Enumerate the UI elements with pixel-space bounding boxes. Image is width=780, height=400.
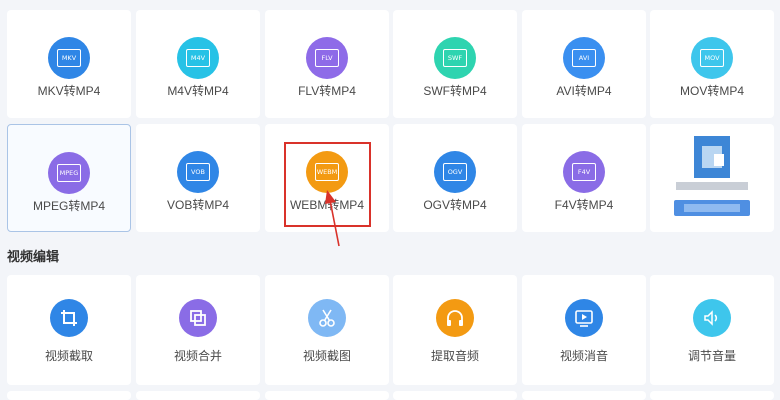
scissors-icon [308,299,346,337]
crop-icon [50,299,88,337]
video-file-icon: M4V [177,37,219,79]
format-badge: AVI [572,49,596,67]
play-mute-icon [565,299,603,337]
converter-card-webm[interactable]: WEBM WEBM转MP4 [265,124,389,232]
editor-card-speaker[interactable]: 调节音量 [650,275,774,385]
blurred-thumbnail-card[interactable] [650,124,774,232]
merge-icon [179,299,217,337]
converter-card-mov[interactable]: MOV MOV转MP4 [650,10,774,118]
editor-card-scissors[interactable]: 视频截图 [265,275,389,385]
video-file-icon: WEBM [306,151,348,193]
headphones-icon [436,299,474,337]
converter-card-ogv[interactable]: OGV OGV转MP4 [393,124,517,232]
video-file-icon: F4V [563,151,605,193]
converter-label: AVI转MP4 [556,84,612,98]
speaker-icon [693,299,731,337]
format-badge: WEBM [315,163,339,181]
video-file-icon: OGV [434,151,476,193]
format-badge: MOV [700,49,724,67]
converter-label: F4V转MP4 [554,198,614,212]
video-file-icon: VOB [177,151,219,193]
editor-label: 视频合并 [173,349,222,363]
converter-card-avi[interactable]: AVI AVI转MP4 [522,10,646,118]
editor-label: 视频截取 [44,349,93,363]
partial-card[interactable] [136,391,260,400]
partial-card[interactable] [522,391,646,400]
format-badge: OGV [443,163,467,181]
converter-label: MOV转MP4 [679,84,744,98]
blurred-image [650,124,774,232]
partial-card[interactable] [7,391,131,400]
converter-label: FLV转MP4 [298,84,356,98]
format-badge: M4V [186,49,210,67]
editor-label: 视频消音 [559,349,608,363]
editor-label: 调节音量 [687,349,736,363]
partial-card[interactable] [393,391,517,400]
editor-label: 提取音频 [430,349,479,363]
video-file-icon: SWF [434,37,476,79]
video-file-icon: MPEG [48,152,90,194]
editor-card-play-mute[interactable]: 视频消音 [522,275,646,385]
video-file-icon: MOV [691,37,733,79]
partial-card[interactable] [265,391,389,400]
section-title-video-editing: 视频编辑 [7,249,60,264]
converter-card-flv[interactable]: FLV FLV转MP4 [265,10,389,118]
format-badge: MKV [57,49,81,67]
format-badge: FLV [315,49,339,67]
converter-card-vob[interactable]: VOB VOB转MP4 [136,124,260,232]
editor-card-headphones[interactable]: 提取音频 [393,275,517,385]
video-file-icon: AVI [563,37,605,79]
converter-card-swf[interactable]: SWF SWF转MP4 [393,10,517,118]
format-badge: SWF [443,49,467,67]
format-badge: VOB [186,163,210,181]
converter-label: WEBM转MP4 [289,198,364,212]
video-file-icon: FLV [306,37,348,79]
converter-label: MKV转MP4 [37,84,101,98]
partial-card[interactable] [650,391,774,400]
converter-label: OGV转MP4 [423,198,487,212]
converter-card-mkv[interactable]: MKV MKV转MP4 [7,10,131,118]
converter-card-m4v[interactable]: M4V M4V转MP4 [136,10,260,118]
converter-card-f4v[interactable]: F4V F4V转MP4 [522,124,646,232]
editor-card-crop[interactable]: 视频截取 [7,275,131,385]
converter-label: VOB转MP4 [166,198,230,212]
editor-card-merge[interactable]: 视频合并 [136,275,260,385]
format-badge: MPEG [57,164,81,182]
converter-label: M4V转MP4 [167,84,229,98]
video-file-icon: MKV [48,37,90,79]
converter-label: MPEG转MP4 [32,199,105,213]
converter-card-mpeg[interactable]: MPEG MPEG转MP4 [7,124,131,232]
converter-label: SWF转MP4 [423,84,487,98]
editor-label: 视频截图 [302,349,351,363]
format-badge: F4V [572,163,596,181]
